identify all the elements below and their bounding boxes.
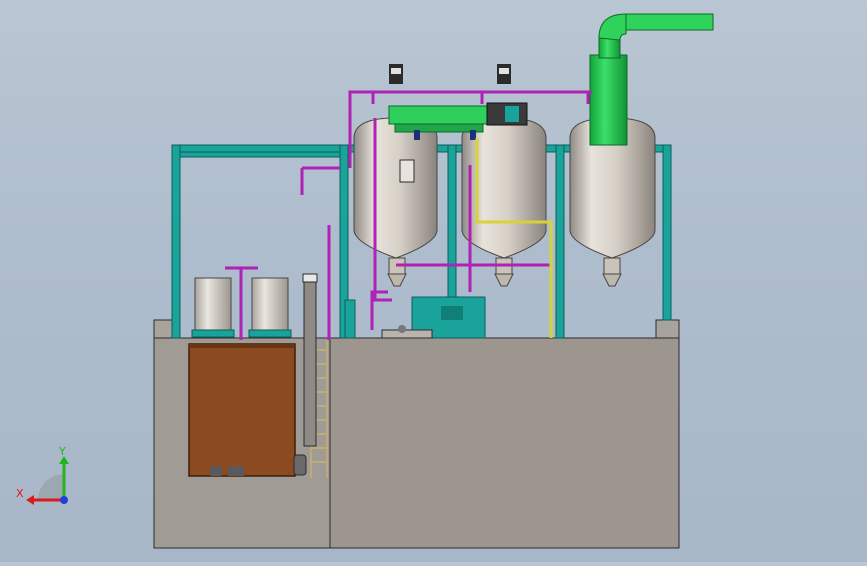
- small-tank-2: [248, 277, 292, 338]
- process-tank-2: [461, 117, 547, 287]
- process-tank-1: [353, 117, 438, 287]
- vertical-column: [302, 273, 318, 447]
- cad-viewport[interactable]: Y X: [0, 0, 867, 562]
- pump-skid: [381, 296, 486, 339]
- top-motor-1: [389, 64, 403, 84]
- top-motor-2: [497, 64, 511, 84]
- triad-y-label: Y: [58, 445, 66, 458]
- sump-tank: [188, 343, 307, 477]
- exhaust-stack: [589, 13, 714, 146]
- small-tank-1: [191, 277, 235, 338]
- pit-ledge-right: [655, 319, 680, 339]
- axis-triad: Y X: [16, 445, 69, 505]
- foundation-main: [329, 337, 680, 549]
- plant-drawing: Y X: [16, 13, 714, 549]
- triad-x-label: X: [16, 487, 24, 500]
